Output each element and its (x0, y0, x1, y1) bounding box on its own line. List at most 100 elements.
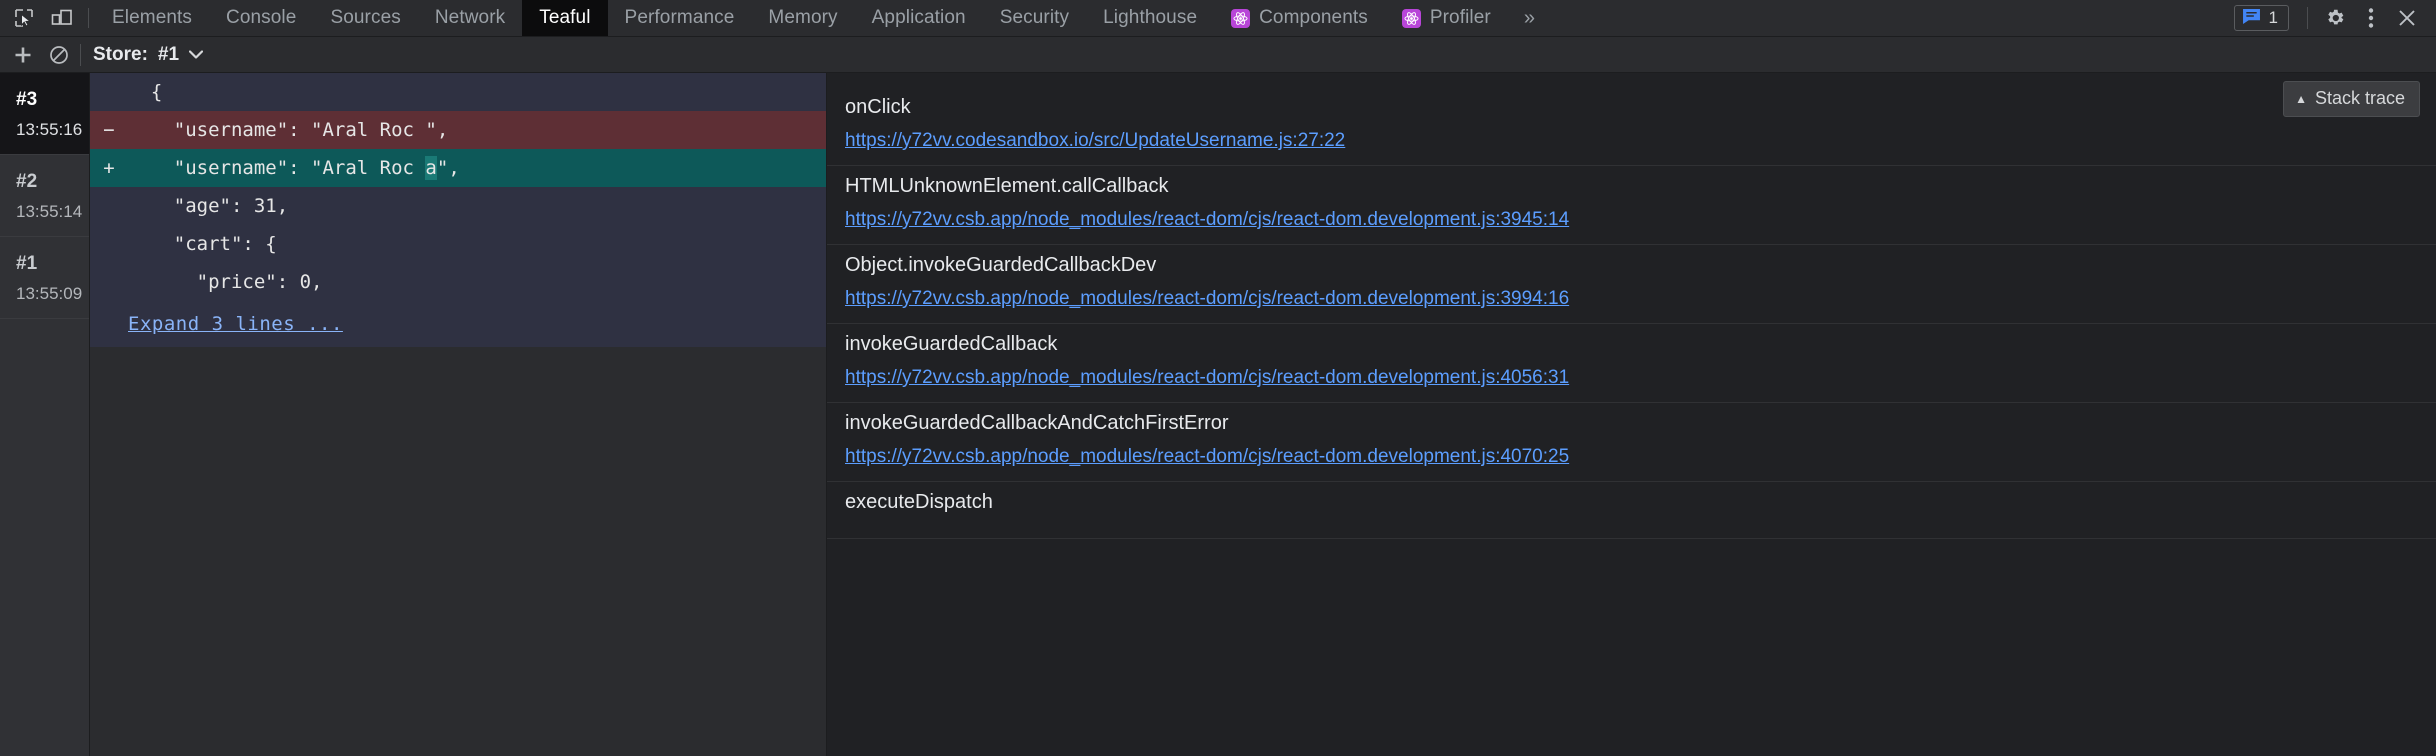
stack-frame-url[interactable]: https://y72vv.csb.app/node_modules/react… (845, 288, 2418, 310)
teaful-toolbar-icons (0, 41, 74, 69)
tab-security[interactable]: Security (983, 0, 1086, 36)
tab-performance[interactable]: Performance (608, 0, 752, 36)
diff-text-pre: "username": "Aral Roc (128, 157, 426, 179)
stack-frame: invokeGuardedCallback https://y72vv.csb.… (827, 324, 2436, 403)
stack-frame: invokeGuardedCallbackAndCatchFirstError … (827, 403, 2436, 482)
diff-line-context: "price": 0, (90, 263, 826, 301)
plus-icon[interactable] (8, 41, 38, 69)
react-atom-icon (1231, 8, 1251, 28)
toolbar-divider (2307, 7, 2308, 29)
gear-icon[interactable] (2318, 3, 2352, 33)
triangle-up-icon: ▲ (2295, 91, 2307, 106)
stack-frame-url[interactable]: https://y72vv.csb.app/node_modules/react… (845, 446, 2418, 468)
action-item-1[interactable]: #1 13:55:09 (0, 237, 89, 319)
teaful-panel-body: #3 13:55:16 #2 13:55:14 #1 13:55:09 { − … (0, 73, 2436, 756)
diff-line-text: { (128, 81, 163, 103)
diff-line-text: "username": "Aral Roc ", (128, 119, 449, 141)
clear-prohibited-icon[interactable] (44, 41, 74, 69)
teaful-toolbar: Store: #1 (0, 37, 2436, 73)
message-bubble-icon (2242, 8, 2261, 29)
diff-inline-highlight: a (425, 156, 437, 180)
action-id: #3 (16, 89, 38, 110)
state-diff-viewer: { − "username": "Aral Roc ", + "username… (90, 73, 827, 756)
react-atom-icon (1401, 8, 1421, 28)
stack-frame: executeDispatch (827, 482, 2436, 539)
tab-elements[interactable]: Elements (95, 0, 209, 36)
tab-profiler[interactable]: Profiler (1385, 0, 1508, 36)
action-item-2[interactable]: #2 13:55:14 (0, 155, 89, 237)
message-count-badge[interactable]: 1 (2233, 5, 2289, 31)
diff-marker-plus: + (103, 157, 115, 179)
store-label-text: Store: (93, 43, 148, 65)
stack-frame-url[interactable]: https://y72vv.codesandbox.io/src/UpdateU… (845, 130, 2418, 152)
vertical-dots-icon[interactable] (2354, 3, 2388, 33)
tab-components[interactable]: Components (1214, 0, 1385, 36)
store-value: #1 (157, 43, 180, 65)
stack-frame-url[interactable]: https://y72vv.csb.app/node_modules/react… (845, 367, 2418, 389)
stack-trace-button-label: Stack trace (2314, 88, 2405, 108)
tab-network[interactable]: Network (418, 0, 522, 36)
stack-frame-name: Object.invokeGuardedCallbackDev (845, 254, 1157, 276)
close-icon[interactable] (2390, 3, 2424, 33)
stack-frame-url[interactable]: https://y72vv.csb.app/node_modules/react… (845, 209, 2418, 231)
tab-application[interactable]: Application (855, 0, 983, 36)
expand-lines-link[interactable]: Expand 3 lines ... (90, 313, 343, 335)
devtools-right-controls: 1 (2233, 0, 2436, 36)
toolbar-divider (80, 43, 81, 66)
tab-label: Performance (624, 7, 735, 28)
message-count: 1 (2268, 8, 2278, 27)
diff-line-text: "username": "Aral Roc a", (128, 156, 826, 180)
action-id: #2 (16, 171, 38, 192)
devtools-tab-bar: Elements Console Sources Network Teaful … (0, 0, 2436, 37)
tab-memory[interactable]: Memory (751, 0, 854, 36)
action-item-3[interactable]: #3 13:55:16 (0, 73, 89, 155)
diff-line-text: "age": 31, (128, 195, 289, 217)
diff-text-post: ", (436, 157, 460, 179)
tab-label: Lighthouse (1103, 7, 1198, 28)
diff-line-added: + "username": "Aral Roc a", (90, 149, 826, 187)
diff-line-text: "cart": { (128, 233, 277, 255)
diff-line-context: "cart": { (90, 225, 826, 263)
tab-label: Teaful (539, 7, 591, 28)
tab-label: Components (1259, 7, 1368, 28)
diff-expand-row[interactable]: Expand 3 lines ... (90, 301, 826, 347)
tab-teaful[interactable]: Teaful (522, 0, 608, 36)
store-selector[interactable]: Store: #1 (93, 43, 204, 66)
stack-frame-name: executeDispatch (845, 491, 993, 513)
diff-line-text: "price": 0, (128, 271, 323, 293)
stack-trace-panel: ▲ Stack trace onClick https://y72vv.code… (827, 73, 2436, 756)
stack-frame: Object.invokeGuardedCallbackDev https://… (827, 245, 2436, 324)
stack-frame-name: invokeGuardedCallbackAndCatchFirstError (845, 412, 1229, 434)
stack-frame: onClick https://y72vv.codesandbox.io/src… (827, 87, 2436, 166)
stack-frame-name: onClick (845, 96, 911, 118)
tab-label: Memory (768, 7, 838, 28)
stack-frame-name: HTMLUnknownElement.callCallback (845, 175, 1169, 197)
tab-label: Profiler (1429, 7, 1491, 28)
more-tabs-icon[interactable]: » (1508, 0, 1551, 36)
inspect-element-icon[interactable] (10, 4, 38, 32)
tab-label: Security (999, 7, 1070, 28)
diff-line-context: { (90, 73, 826, 111)
actions-sidebar: #3 13:55:16 #2 13:55:14 #1 13:55:09 (0, 73, 90, 756)
tab-console[interactable]: Console (209, 0, 313, 36)
tab-label: Sources (330, 7, 401, 28)
diff-marker-minus: − (103, 119, 115, 141)
stack-trace-toggle-button[interactable]: ▲ Stack trace (2283, 81, 2420, 117)
tab-label: Console (226, 7, 297, 28)
action-timestamp: 13:55:14 (16, 202, 83, 221)
tab-lighthouse[interactable]: Lighthouse (1086, 0, 1214, 36)
device-toolbar-icon[interactable] (48, 4, 76, 32)
panel-tabs: Elements Console Sources Network Teaful … (95, 0, 1551, 36)
stack-frame: HTMLUnknownElement.callCallback https://… (827, 166, 2436, 245)
chevron-down-icon[interactable] (188, 47, 204, 62)
tab-label: Network (434, 7, 506, 28)
diff-line-removed: − "username": "Aral Roc ", (90, 111, 826, 149)
action-timestamp: 13:55:16 (16, 120, 83, 139)
action-id: #1 (16, 253, 38, 274)
diff-line-context: "age": 31, (90, 187, 826, 225)
tab-label: Application (871, 7, 966, 28)
devtools-left-icons (0, 0, 84, 36)
toolbar-divider (88, 8, 89, 28)
tab-label: Elements (112, 7, 193, 28)
tab-sources[interactable]: Sources (313, 0, 417, 36)
